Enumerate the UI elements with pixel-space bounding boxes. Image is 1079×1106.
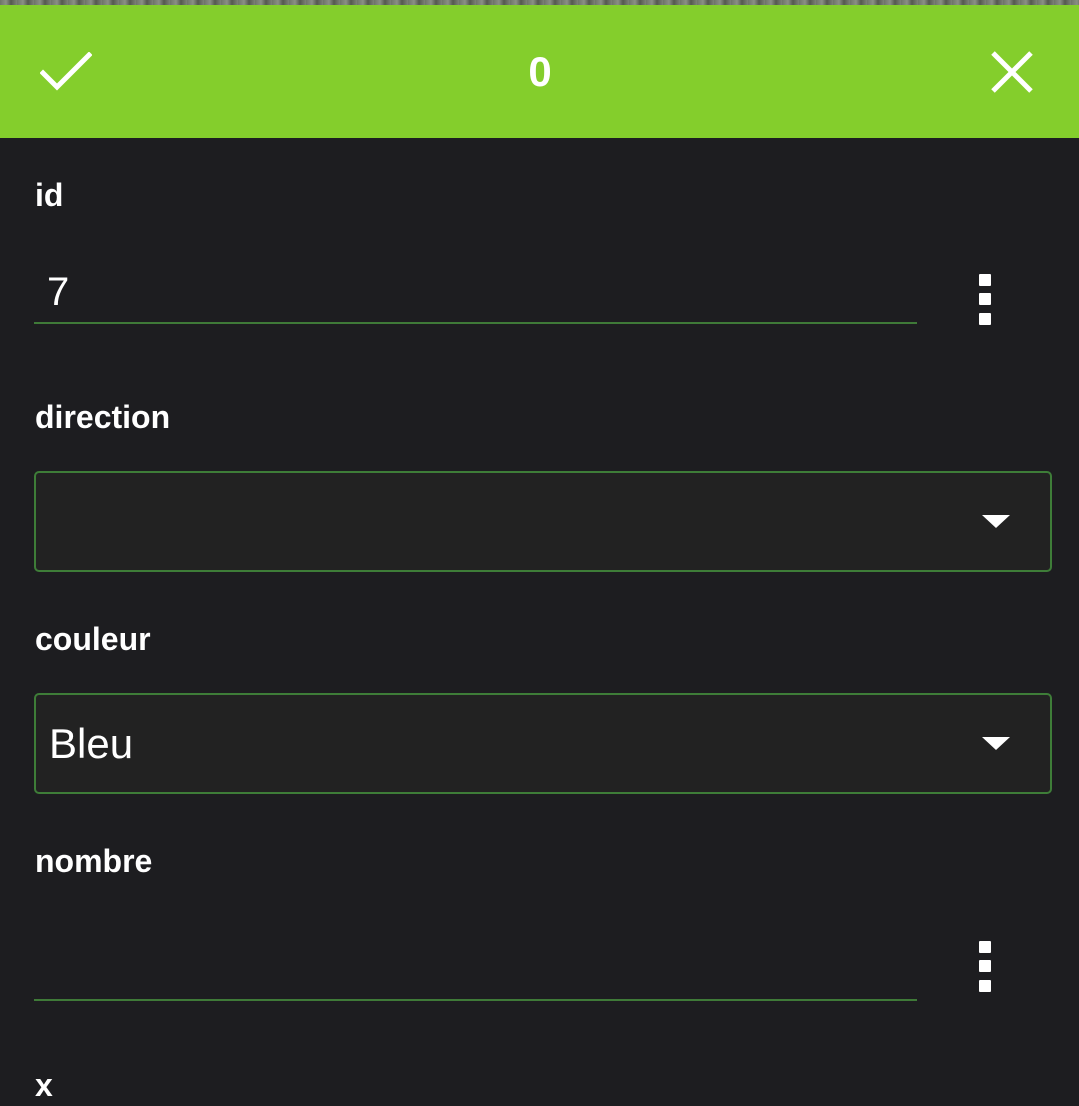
nombre-field[interactable] [34,939,917,1001]
field-label-couleur: couleur [35,621,151,657]
field-label-nombre: nombre [35,843,153,879]
couleur-select[interactable]: Bleu [34,693,1052,794]
id-field[interactable]: 7 [34,262,917,324]
cancel-button[interactable] [976,38,1048,106]
couleur-select-value: Bleu [49,720,134,767]
check-icon [40,52,92,91]
nombre-more-button[interactable] [960,931,1010,1001]
field-label-x: x [35,1067,53,1103]
caret-down-icon [982,515,1010,528]
close-icon [991,51,1033,93]
confirm-button[interactable] [30,38,102,106]
field-label-direction: direction [35,399,171,435]
caret-down-icon [982,737,1010,750]
page-title: 0 [528,48,552,95]
header-bar: 0 [0,5,1079,138]
direction-select[interactable] [34,471,1052,572]
id-more-button[interactable] [960,264,1010,334]
field-label-id: id [35,177,64,213]
id-field-value: 7 [47,270,70,314]
record-editor-screen: 0 id 7 direction couleur Bleu nombre x [0,0,1079,1106]
